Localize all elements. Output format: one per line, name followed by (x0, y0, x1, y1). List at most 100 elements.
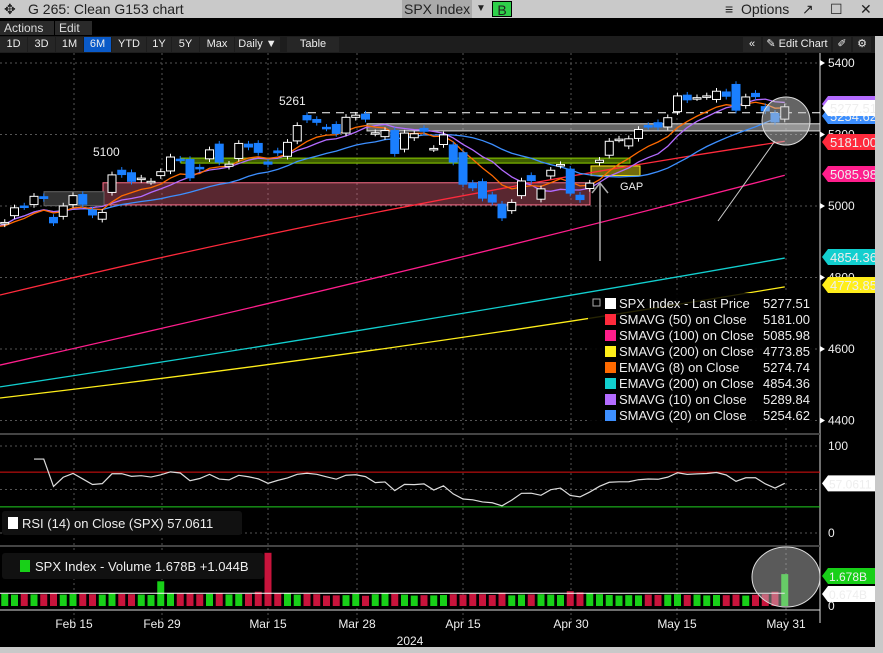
price-tag-label: 5277.51 (830, 101, 875, 116)
legend-value: 5254.62 (763, 408, 810, 423)
price-chart[interactable]: 5261 5100 GAP 540052005000480046004400 5… (0, 53, 875, 653)
chart-toolbar: 1D 3D 1M 6M YTD 1Y 5Y Max Daily ▼ Table … (0, 36, 875, 53)
volume-bar (235, 594, 243, 606)
legend-name: EMAVG (200) on Close (619, 376, 754, 391)
range-ytd[interactable]: YTD (112, 37, 146, 52)
volume-bar (401, 594, 408, 606)
volume-bar (371, 594, 379, 606)
date-label: Apr 15 (445, 617, 481, 631)
range-1d[interactable]: 1D (0, 37, 27, 52)
candle-body (536, 188, 546, 200)
edit-chart-button[interactable]: ✎ Edit Chart (763, 37, 831, 52)
tick-marker (820, 60, 825, 66)
volume-bar (508, 595, 516, 606)
price-tag-label: 5181.00 (830, 135, 875, 150)
edit-menu[interactable]: Edit ▾ (55, 21, 92, 49)
legend-swatch (605, 410, 616, 421)
volume-bar (362, 595, 369, 606)
range-1y[interactable]: 1Y (147, 37, 171, 52)
volume-bar (722, 595, 730, 606)
range-1m[interactable]: 1M (56, 37, 83, 52)
bottom-border (0, 647, 875, 653)
panel-divider (0, 433, 820, 435)
volume-avg-label: 0.674B (829, 588, 867, 602)
popout-icon[interactable]: ↗ (802, 0, 814, 18)
annotate-icon[interactable]: ✐ (833, 37, 851, 52)
legend-value: 5277.51 (763, 296, 810, 311)
actions-menu[interactable]: Actions ▾ (0, 21, 54, 49)
volume-bar (342, 595, 350, 606)
gear-icon[interactable]: ⚙ (853, 37, 871, 52)
dropdown-icon[interactable]: ▼ (476, 0, 486, 18)
volume-bar (391, 593, 399, 606)
candle-body (273, 150, 283, 154)
candle-body (400, 132, 409, 150)
candle-body (653, 122, 663, 128)
crosshair-move-icon[interactable]: ✥ (4, 0, 16, 18)
candle-body (546, 169, 556, 177)
legend-name: SMAVG (100) on Close (619, 328, 754, 343)
candle-body (312, 118, 322, 123)
candle-body (322, 126, 331, 130)
panel-divider (0, 545, 820, 547)
volume-bar (225, 594, 233, 606)
legend-swatch (605, 346, 616, 357)
candle-body (263, 161, 273, 165)
volume-bar (752, 594, 759, 606)
close-icon[interactable]: ✕ (860, 0, 872, 18)
volume-bar (557, 594, 564, 606)
table-button[interactable]: Table (287, 37, 339, 52)
volume-bar (703, 595, 711, 606)
candle-body (88, 209, 97, 216)
candle-body (253, 142, 263, 153)
range-5y[interactable]: 5Y (172, 37, 199, 52)
candle-body (166, 156, 175, 172)
maximize-icon[interactable]: ☐ (830, 0, 843, 18)
volume-bar (469, 593, 477, 606)
candle-body (585, 182, 595, 189)
legend-value: 5181.00 (763, 312, 810, 327)
candle-body (175, 158, 185, 162)
price-tags: 5289.845254.625277.515181.005085.984854.… (822, 96, 875, 293)
legend: SPX Index - Last Price 5277.51 SMAVG (50) … (588, 293, 815, 425)
range-3d[interactable]: 3D (28, 37, 55, 52)
collapse-icon[interactable]: « (743, 37, 761, 52)
candle-body (487, 194, 497, 203)
menu-icon[interactable]: ≡ (725, 0, 733, 18)
volume-bar (186, 593, 194, 606)
volume-bar (245, 593, 252, 606)
candle-body (78, 194, 88, 205)
candle-body (692, 97, 702, 100)
b-badge[interactable]: B (492, 1, 512, 18)
candle-body (331, 123, 341, 134)
candle-body (302, 115, 312, 121)
gap-label: GAP (620, 181, 643, 193)
candle-body (224, 163, 234, 167)
volume-bar (674, 594, 681, 606)
range-max[interactable]: Max (200, 37, 234, 52)
candle-body (185, 159, 195, 179)
volume-bar (59, 594, 67, 606)
candle-body (429, 147, 439, 151)
range-6m[interactable]: 6M (84, 37, 111, 52)
candle-body (517, 180, 526, 197)
volume-bar (742, 595, 750, 606)
label-5261: 5261 (279, 94, 306, 108)
legend-swatch (605, 314, 616, 325)
volume-legend: SPX Index - Volume 1.678B +1.044B (35, 559, 249, 574)
security-field[interactable]: SPX Index (402, 0, 473, 18)
volume-bar (683, 594, 691, 606)
candle-body (575, 194, 585, 201)
frequency-dropdown[interactable]: Daily ▼ (235, 37, 280, 52)
legend-swatch (605, 298, 616, 309)
volume-bar (284, 593, 291, 606)
tick-marker (820, 417, 825, 424)
candle-body (380, 130, 390, 138)
options-button[interactable]: Options (741, 0, 789, 18)
candle-body (214, 143, 224, 163)
candle-body (712, 90, 721, 100)
legend-swatch (605, 394, 616, 405)
candle-body (458, 152, 468, 185)
scrollbar[interactable] (875, 36, 883, 653)
volume-bar (352, 593, 360, 606)
